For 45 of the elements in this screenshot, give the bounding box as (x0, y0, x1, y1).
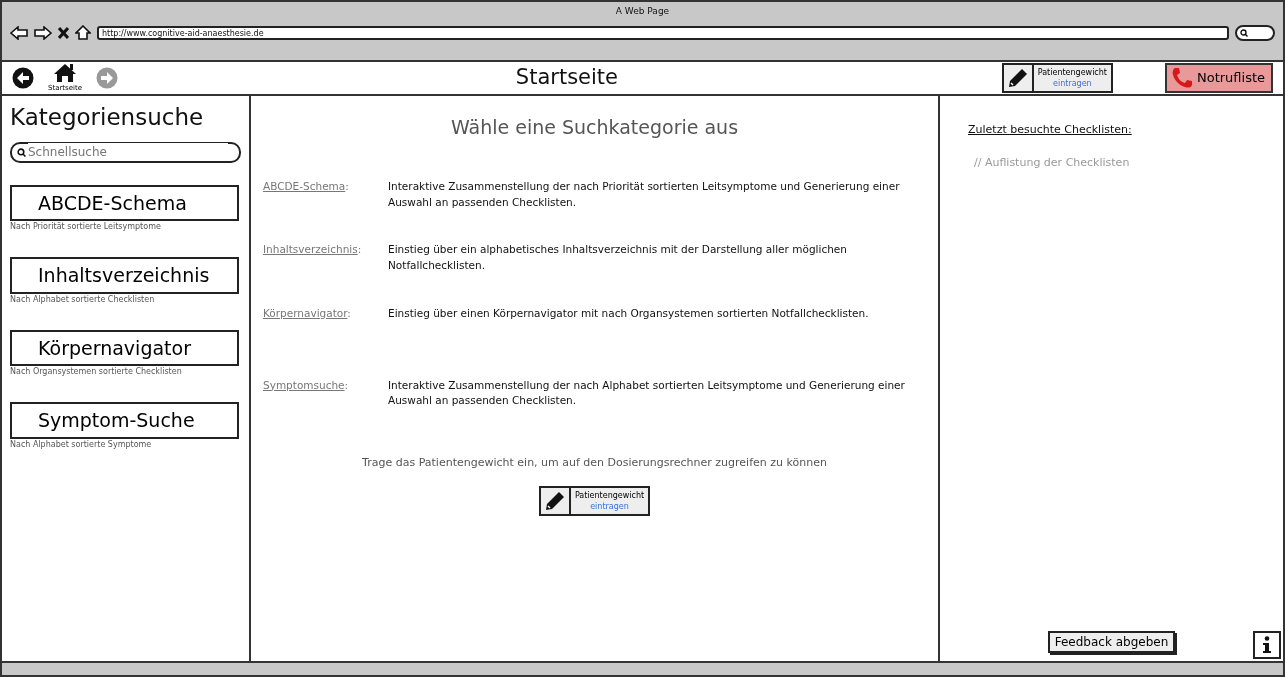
category-description: Nach Priorität sortierte Leitsymptome (10, 221, 162, 234)
placeholder-text: // Auflistung der Checklisten (973, 154, 1131, 171)
home-icon[interactable] (53, 62, 78, 83)
search-field[interactable] (1235, 24, 1275, 41)
entry-label: Körpernavigator: (263, 305, 352, 321)
window-title: A Web Page (615, 5, 670, 18)
entry-label: Symptomsuche: (263, 377, 350, 393)
category-description: Nach Organsystemen sortierte Checklisten (10, 366, 183, 379)
page-title: Startseite (514, 64, 619, 92)
category-link[interactable]: Inhaltsverzeichnis (263, 243, 358, 256)
entry-description: Einstieg über einen Körpernavigator mit nach Organsystemen sortierten Notfallchecklisten. (388, 305, 870, 321)
close-icon[interactable] (58, 26, 69, 39)
category-description: Nach Alphabet sortierte Checklisten (10, 293, 156, 306)
search-field[interactable]: Schnellsuche (10, 141, 241, 163)
category-button[interactable]: ABCDE-Schema (10, 184, 239, 222)
info-button[interactable] (1253, 631, 1281, 659)
info-icon (1262, 636, 1272, 654)
weight-button[interactable]: Patientengewicht eintragen (538, 485, 651, 516)
back-arrow-icon[interactable] (10, 25, 28, 40)
pencil-icon (544, 490, 565, 511)
phone-icon (1170, 67, 1193, 89)
category-button[interactable]: Symptom-Suche (10, 402, 239, 439)
category-button[interactable]: Inhaltsverzeichnis (10, 257, 239, 294)
emergency-button[interactable]: Notrufliste (1164, 63, 1273, 93)
recent-heading: Zuletzt besuchte Checklisten: (968, 122, 1133, 138)
url-field[interactable]: http://www.cognitive-aid-anaesthesie.de (97, 25, 1229, 40)
category-link[interactable]: Symptomsuche (263, 378, 345, 391)
category-button[interactable]: Körpernavigator (10, 329, 239, 367)
pencil-icon (1007, 68, 1028, 88)
forward-arrow-icon[interactable] (34, 25, 52, 40)
sidebar-title: Kategoriensuche (10, 104, 205, 132)
entry-description: Interaktive Zusammenstellung der nach Alphabet sortierten Leitsymptome und Generierung einer Auswahl an passenden Checklisten. (388, 377, 906, 409)
hint-text: Trage das Patientengewicht ein, um auf den Dosierungsrechner zugreifen zu können (361, 455, 828, 472)
weight-button[interactable]: Patientengewicht eintragen (1001, 63, 1113, 93)
section-heading: Wähle eine Suchkategorie aus (449, 116, 740, 139)
category-description: Nach Alphabet sortierte Symptome (10, 438, 153, 451)
search-icon (1240, 28, 1248, 37)
back-icon[interactable] (12, 67, 34, 89)
entry-description: Einstieg über ein alphabetisches Inhaltsverzeichnis mit der Darstellung aller möglichen Notfallchecklisten. (388, 242, 848, 274)
search-icon (17, 147, 26, 157)
feedback-button[interactable]: Feedback abgeben (1047, 631, 1176, 653)
entry-label: Inhaltsverzeichnis: (263, 242, 363, 258)
home-icon[interactable] (75, 25, 91, 40)
entry-label: ABCDE-Schema: (263, 178, 350, 194)
entry-description: Interaktive Zusammenstellung der nach Priorität sortierten Leitsymptome und Generierung einer Auswahl an passenden Checklisten. (388, 178, 901, 210)
